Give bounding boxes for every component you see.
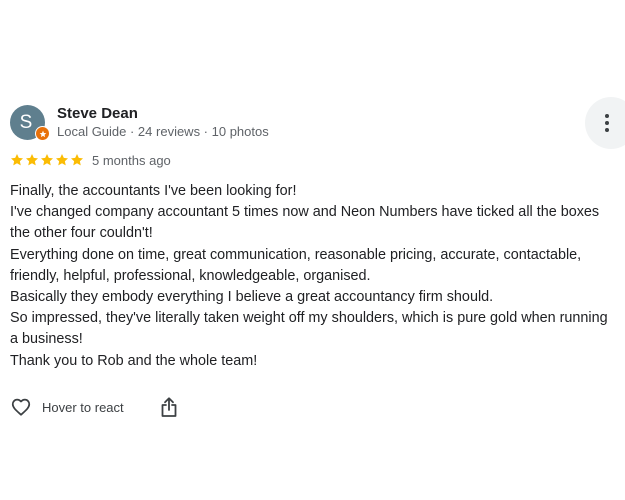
star-icon	[40, 154, 54, 166]
heart-outline-icon	[11, 398, 31, 416]
star-icon	[55, 154, 69, 166]
star-icon	[10, 154, 24, 166]
share-button[interactable]	[159, 396, 179, 418]
avatar[interactable]: S	[10, 105, 50, 141]
review-date: 5 months ago	[92, 152, 171, 168]
review-line: I've changed company accountant 5 times …	[10, 204, 600, 242]
review-line: Basically they embody everything I belie…	[10, 289, 494, 306]
star-icon	[39, 130, 46, 137]
more-options-button[interactable]	[585, 97, 625, 149]
review-card: S Steve Dean Local Guide · 24 reviews · …	[0, 0, 625, 500]
review-line: Finally, the accountants I've been looki…	[10, 183, 297, 199]
star-icon	[70, 154, 84, 166]
react-button[interactable]: Hover to react	[10, 396, 124, 418]
review-line: Thank you to Rob and the whole team!	[10, 352, 258, 369]
star-icon	[25, 154, 39, 166]
avatar-initial: S	[19, 112, 33, 133]
review-text: Finally, the accountants I've been looki…	[10, 181, 615, 372]
star-rating	[10, 153, 84, 167]
local-guide-badge	[35, 126, 50, 141]
share-icon	[161, 397, 177, 417]
rating-row: 5 months ago	[10, 151, 171, 169]
review-line: So impressed, they've literally taken we…	[10, 310, 608, 348]
review-line: Everything done on time, great communica…	[10, 246, 582, 284]
review-actions: Hover to react	[10, 395, 179, 419]
reviewer-meta: Local Guide · 24 reviews · 10 photos	[57, 124, 269, 139]
react-label: Hover to react	[42, 399, 124, 415]
more-vertical-icon	[605, 114, 609, 132]
reviewer-name[interactable]: Steve Dean	[57, 105, 138, 122]
